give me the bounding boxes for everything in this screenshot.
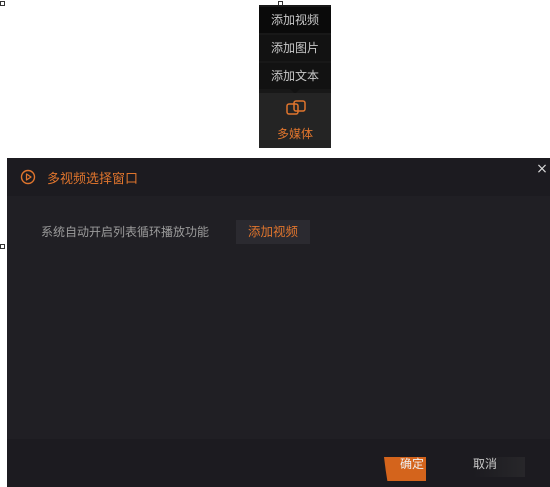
close-button[interactable]: × — [536, 162, 548, 176]
ok-button[interactable]: 确定 — [384, 457, 426, 481]
cancel-button[interactable]: 取消 — [473, 457, 525, 477]
multi-video-dialog: 多视频选择窗口 × 系统自动开启列表循环播放功能 添加视频 确定 取消 — [7, 158, 550, 487]
multimedia-icon — [285, 99, 307, 117]
menu-item-add-text[interactable]: 添加文本 — [259, 63, 331, 89]
multimedia-popup-menu: 添加视频 添加图片 添加文本 多媒体 — [259, 5, 331, 148]
multimedia-button[interactable]: 多媒体 — [259, 93, 331, 148]
play-circle-icon — [20, 169, 36, 185]
multimedia-button-label: 多媒体 — [276, 127, 313, 141]
menu-item-add-image[interactable]: 添加图片 — [259, 35, 331, 61]
dialog-titlebar: 多视频选择窗口 × — [7, 158, 550, 196]
dialog-title: 多视频选择窗口 — [47, 172, 139, 187]
resize-handle[interactable] — [0, 244, 5, 249]
loop-playback-notice: 系统自动开启列表循环播放功能 — [41, 225, 210, 239]
resize-handle[interactable] — [0, 1, 5, 6]
menu-item-add-video[interactable]: 添加视频 — [259, 7, 331, 33]
dialog-footer: 确定 取消 — [7, 439, 550, 487]
screen: 添加视频 添加图片 添加文本 多媒体 多视频选择窗口 × 系统自动开启列表循环播… — [0, 0, 550, 487]
add-video-button[interactable]: 添加视频 — [236, 220, 310, 244]
